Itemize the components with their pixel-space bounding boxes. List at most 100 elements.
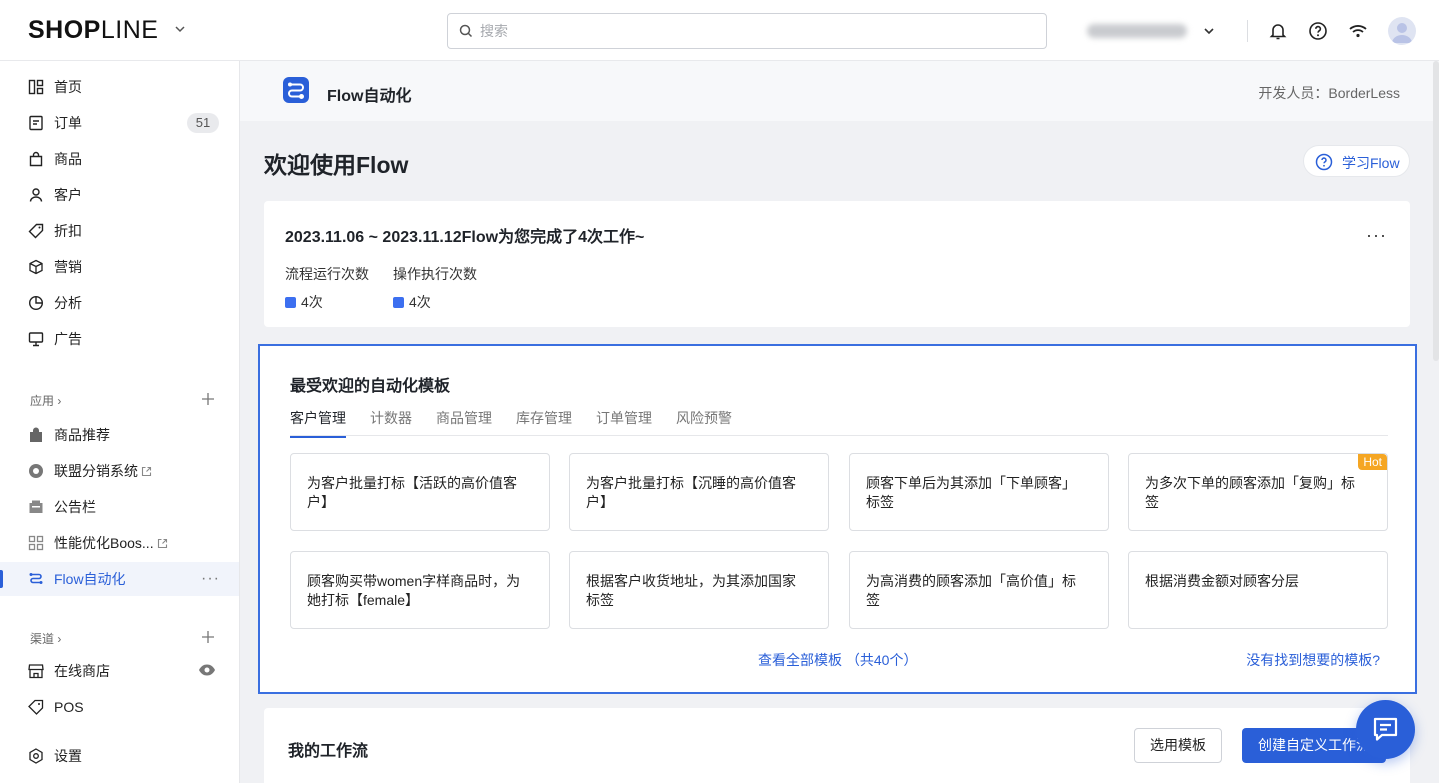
page-title: 欢迎使用Flow [264, 152, 409, 178]
performance-icon [28, 535, 44, 551]
shopline-logo[interactable]: SHOPLINE [28, 16, 158, 45]
developer-label: 开发人员：BorderLess [1258, 85, 1400, 101]
flow-icon [29, 573, 43, 584]
sidebar-item-online-store[interactable]: 在线商店 [0, 654, 239, 688]
sidebar-item-label: 分析 [54, 295, 82, 311]
channels-section-heading[interactable]: 渠道 › [30, 630, 61, 647]
popular-templates-section: 最受欢迎的自动化模板 客户管理 计数器 商品管理 库存管理 订单管理 风险预警 … [258, 344, 1417, 694]
template-tile[interactable]: 顾客下单后为其添加「下单顾客」标签 [849, 453, 1109, 531]
app-header: Flow自动化 开发人员：BorderLess [240, 61, 1439, 121]
sidebar-item-affiliate[interactable]: 联盟分销系统 [0, 454, 239, 488]
sidebar-item-label: 营销 [54, 259, 82, 275]
chevron-down-icon[interactable] [172, 21, 188, 37]
sidebar-item-label: 公告栏 [54, 499, 96, 515]
flow-app-icon [283, 77, 309, 103]
sidebar-item-label: 订单 [54, 115, 82, 131]
apps-section-heading[interactable]: 应用 › [30, 392, 61, 409]
sidebar-item-label: 客户 [54, 187, 82, 203]
top-bar: SHOPLINE [0, 0, 1439, 61]
stats-title: 2023.11.06 ~ 2023.11.12Flow为您完成了4次工作~ [285, 229, 645, 246]
external-link-icon [141, 466, 152, 477]
sidebar-item-label: 在线商店 [54, 663, 110, 679]
avatar[interactable] [1388, 17, 1416, 45]
workflows-title: 我的工作流 [288, 743, 369, 760]
sidebar-item-orders[interactable]: 订单 51 [0, 106, 239, 140]
sidebar-item-label: 广告 [54, 331, 82, 347]
bulletin-icon [29, 500, 43, 513]
sidebar-item-customers[interactable]: 客户 [0, 178, 239, 212]
sidebar-item-ads[interactable]: 广告 [0, 322, 239, 356]
template-tile[interactable]: 为高消费的顾客添加「高价值」标签 [849, 551, 1109, 629]
stat-actions: 操作执行次数 4次 [393, 266, 477, 310]
tab-counter[interactable]: 计数器 [370, 408, 412, 436]
sidebar-item-products[interactable]: 商品 [0, 142, 239, 176]
templates-title: 最受欢迎的自动化模板 [290, 378, 451, 395]
app-title: Flow自动化 [327, 88, 412, 105]
affiliate-icon [29, 464, 43, 478]
template-tile[interactable]: 根据客户收货地址，为其添加国家标签 [569, 551, 829, 629]
sidebar-item-performance[interactable]: 性能优化Boos... [0, 526, 239, 560]
sidebar-item-analytics[interactable]: 分析 [0, 286, 239, 320]
legend-swatch [393, 296, 404, 308]
tab-customer-management[interactable]: 客户管理 [290, 408, 346, 438]
customer-icon [29, 188, 43, 202]
template-tile[interactable]: 为多次下单的顾客添加「复购」标签 Hot [1128, 453, 1388, 531]
recommend-icon [30, 427, 42, 442]
add-icon[interactable] [201, 630, 215, 644]
sidebar-item-marketing[interactable]: 营销 [0, 250, 239, 284]
template-not-found-link[interactable]: 没有找到想要的模板? [1246, 650, 1380, 670]
chat-icon [1373, 717, 1398, 741]
tab-product-management[interactable]: 商品管理 [436, 408, 492, 436]
help-icon[interactable] [1306, 19, 1330, 43]
template-tile[interactable]: 为客户批量打标【沉睡的高价值客户】 [569, 453, 829, 531]
view-all-templates-link[interactable]: 查看全部模板 （共40个） [758, 650, 917, 670]
template-tabs: 客户管理 计数器 商品管理 库存管理 订单管理 风险预警 [290, 406, 1388, 438]
order-icon [29, 115, 43, 131]
sidebar-item-flow[interactable]: Flow自动化 ··· [0, 562, 239, 596]
sidebar-item-bulletin[interactable]: 公告栏 [0, 490, 239, 524]
bell-icon[interactable] [1266, 19, 1290, 43]
scrollbar[interactable] [1433, 61, 1439, 361]
more-options-icon[interactable]: ··· [201, 570, 220, 588]
wifi-icon[interactable] [1346, 19, 1370, 43]
online-store-icon [28, 664, 44, 679]
pos-icon [28, 699, 44, 715]
search-icon [459, 24, 473, 38]
sidebar-item-label: 联盟分销系统 [54, 463, 152, 479]
sidebar-item-home[interactable]: 首页 [0, 70, 239, 104]
template-tile[interactable]: 根据消费金额对顾客分层 [1128, 551, 1388, 629]
choose-template-button[interactable]: 选用模板 [1134, 728, 1222, 763]
template-tile[interactable]: 为客户批量打标【活跃的高价值客户】 [290, 453, 550, 531]
add-icon[interactable] [201, 392, 215, 406]
home-icon [28, 79, 44, 95]
more-options-icon[interactable]: ··· [1366, 225, 1387, 246]
search-input[interactable] [447, 13, 1047, 49]
external-link-icon [157, 538, 167, 549]
sidebar-item-label: 商品推荐 [54, 427, 110, 443]
store-switcher[interactable] [1087, 20, 1197, 42]
eye-icon[interactable] [198, 663, 216, 677]
sidebar-item-pos[interactable]: POS [0, 690, 239, 724]
learn-flow-button[interactable]: 学习Flow [1303, 145, 1410, 177]
chevron-down-icon[interactable] [1201, 23, 1217, 39]
search-field[interactable] [480, 21, 1030, 41]
store-name-blurred [1087, 24, 1187, 38]
ads-monitor-icon [28, 332, 44, 347]
template-tile[interactable]: 顾客购买带women字样商品时，为她打标【female】 [290, 551, 550, 629]
tab-risk-alert[interactable]: 风险预警 [676, 408, 732, 436]
sidebar-item-label: 性能优化Boos... [54, 535, 168, 551]
tab-order-management[interactable]: 订单管理 [596, 408, 652, 436]
hot-badge: Hot [1358, 454, 1387, 470]
settings-gear-icon [29, 748, 43, 764]
stat-runs: 流程运行次数 4次 [285, 266, 369, 310]
analytics-pie-icon [28, 295, 44, 311]
sidebar-item-recommend[interactable]: 商品推荐 [0, 418, 239, 452]
tab-inventory-management[interactable]: 库存管理 [516, 408, 572, 436]
discount-tag-icon [28, 223, 44, 239]
chat-support-button[interactable] [1356, 700, 1415, 759]
product-bag-icon [29, 151, 43, 167]
sidebar: 首页 订单 51 商品 客户 折扣 营销 分析 广告 应用 › 商品推荐 联盟分… [0, 61, 240, 783]
sidebar-item-settings[interactable]: 设置 [0, 739, 239, 773]
sidebar-item-discounts[interactable]: 折扣 [0, 214, 239, 248]
legend-swatch [285, 296, 296, 308]
